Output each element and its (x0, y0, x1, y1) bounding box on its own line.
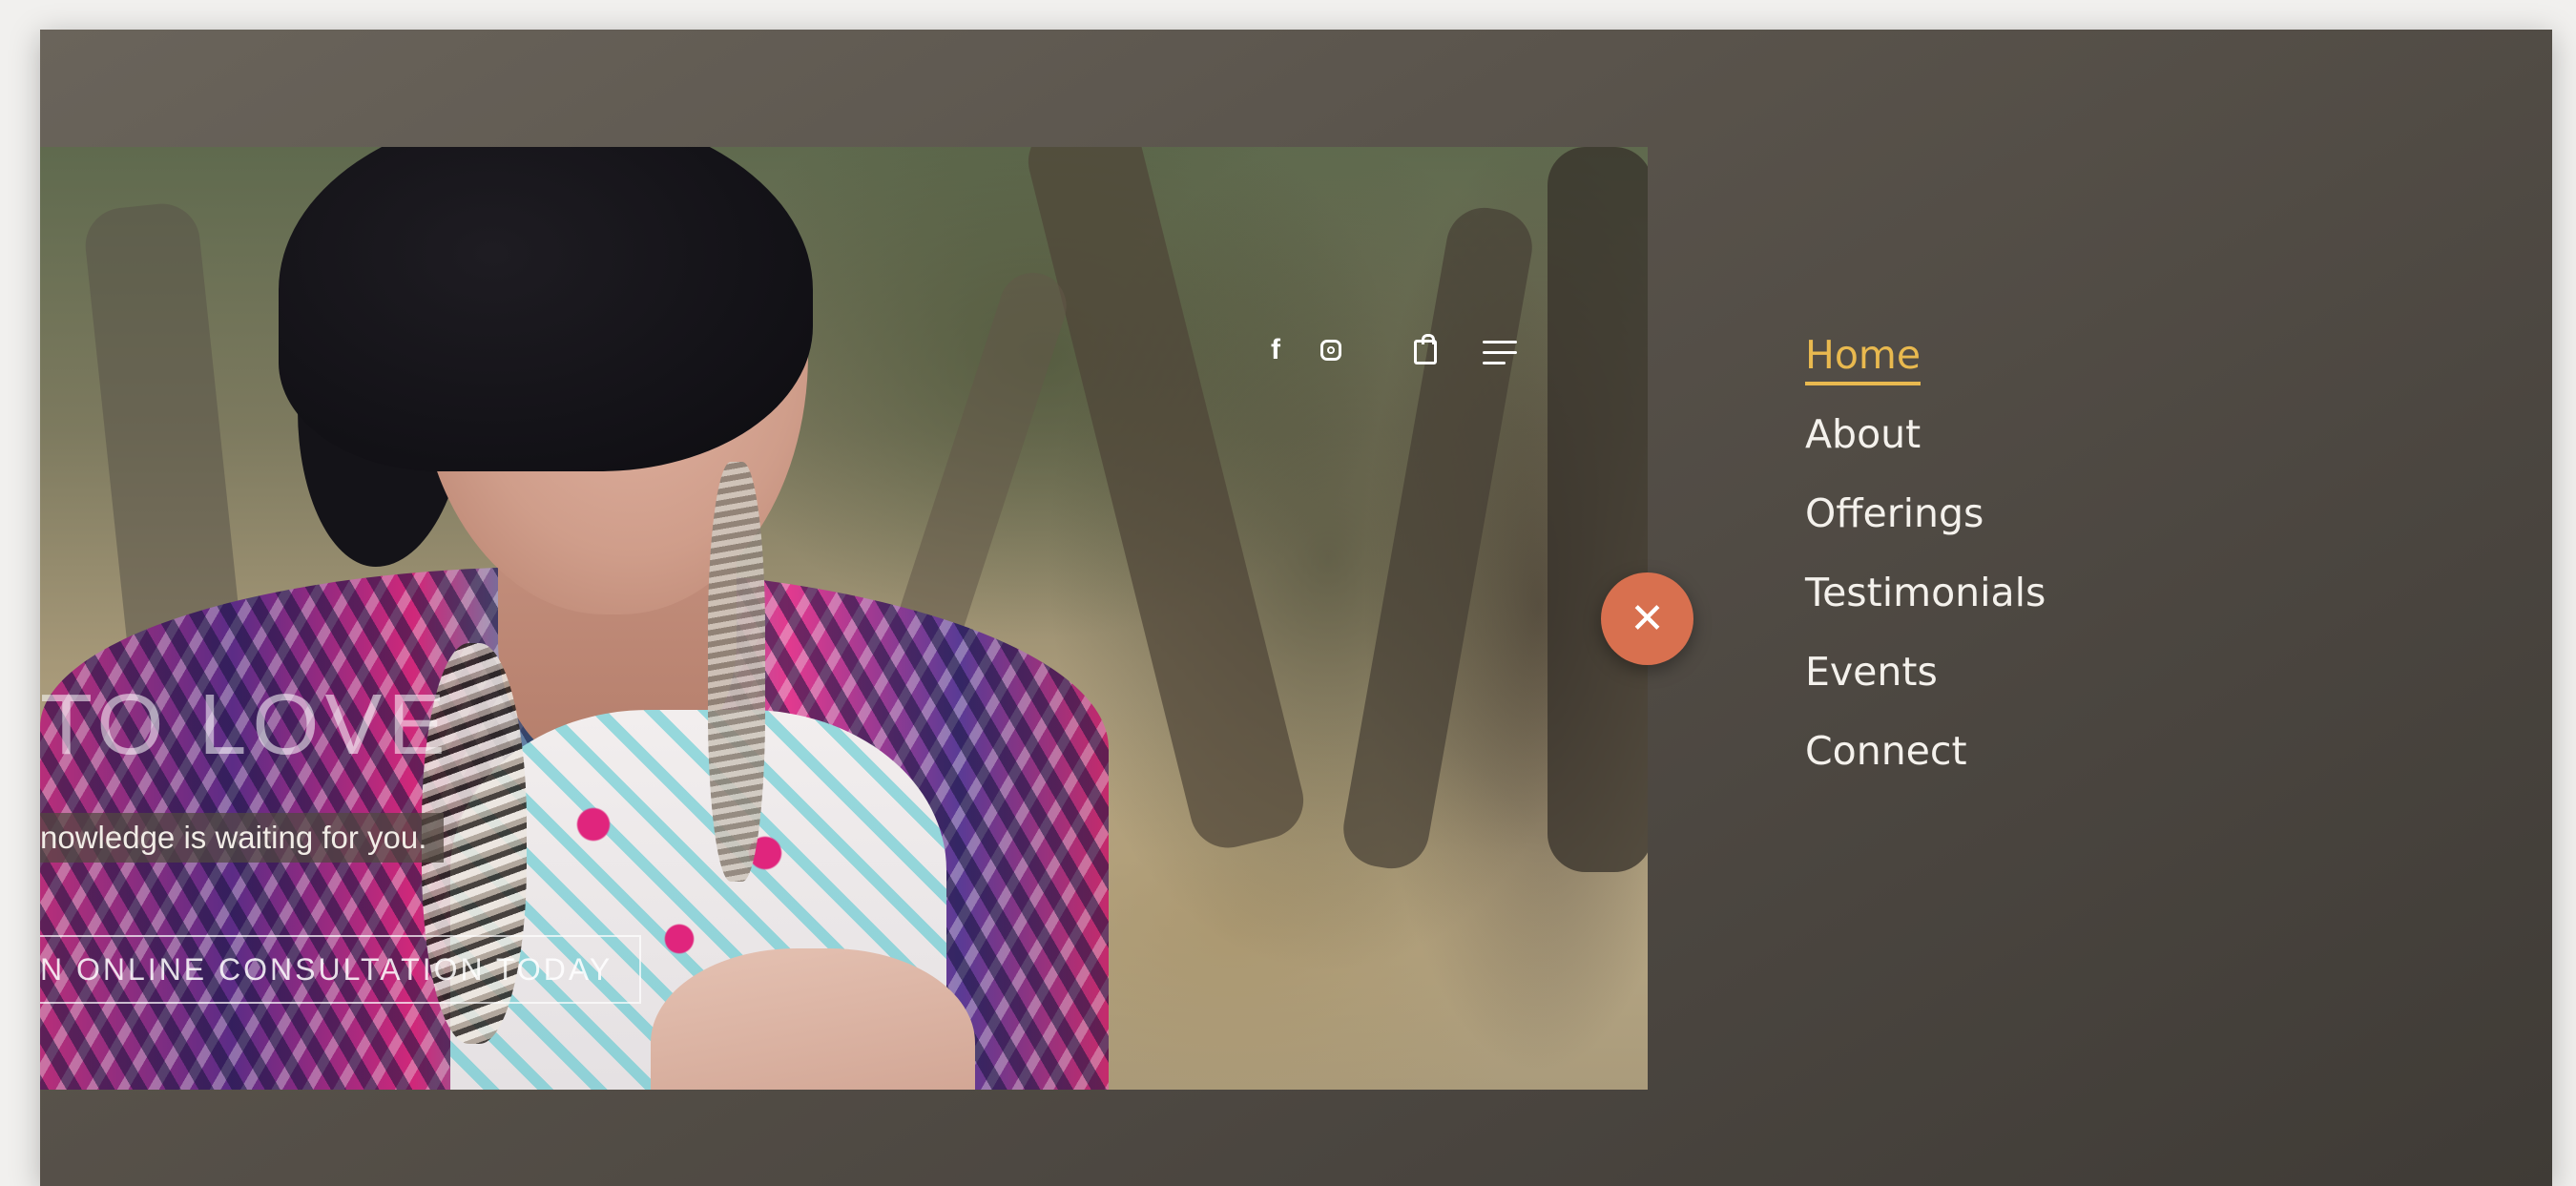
instagram-icon[interactable] (1320, 340, 1341, 361)
background-tree (1548, 147, 1648, 872)
offcanvas-overlay: TO LOVE nowledge is waiting for you. N O… (40, 30, 2552, 1186)
nav-item-label: Offerings (1805, 490, 1984, 536)
nav-item-connect[interactable]: Connect (1805, 722, 2046, 801)
nav-item-label: Events (1805, 649, 1938, 695)
nav-item-label: Testimonials (1805, 570, 2046, 615)
hero-title: TO LOVE (40, 677, 451, 773)
nav-item-label: About (1805, 411, 1922, 457)
nav-item-events[interactable]: Events (1805, 643, 2046, 722)
offcanvas-nav: Home About Offerings Testimonials Events… (1805, 326, 2046, 801)
nav-item-about[interactable]: About (1805, 406, 2046, 485)
nav-item-testimonials[interactable]: Testimonials (1805, 564, 2046, 643)
hair (279, 147, 813, 471)
nav-item-offerings[interactable]: Offerings (1805, 485, 2046, 564)
shopping-bag-icon[interactable] (1414, 334, 1437, 364)
nav-item-label: Connect (1805, 728, 1967, 774)
consultation-button[interactable]: N ONLINE CONSULTATION TODAY (40, 935, 642, 1004)
background-tree (1337, 201, 1539, 875)
hero-section: TO LOVE nowledge is waiting for you. N O… (40, 147, 1648, 1090)
hamburger-menu-icon[interactable] (1483, 341, 1517, 365)
facebook-icon[interactable]: f (1271, 334, 1280, 366)
close-icon: ✕ (1630, 595, 1665, 642)
feather-earring (708, 462, 765, 882)
close-menu-button[interactable]: ✕ (1601, 572, 1693, 665)
nav-item-label: Home (1805, 328, 1922, 385)
hero-subtitle: nowledge is waiting for you. (40, 813, 445, 863)
nav-item-home[interactable]: Home (1805, 326, 2046, 406)
